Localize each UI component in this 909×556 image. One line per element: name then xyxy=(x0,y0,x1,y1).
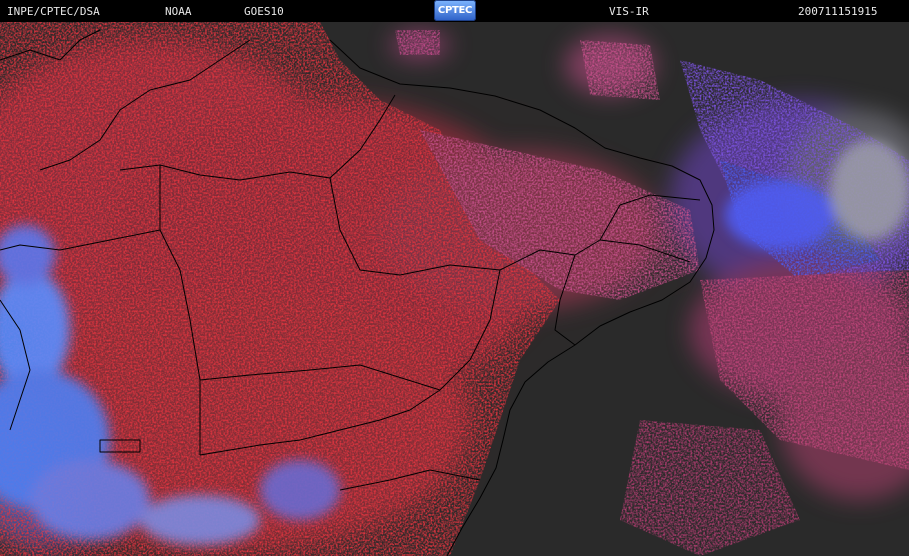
timestamp-label: 200711151915 xyxy=(798,5,878,18)
satellite-label: GOES10 xyxy=(244,5,284,18)
logo-text: CPTEC xyxy=(437,5,473,16)
cptec-logo: CPTEC xyxy=(434,0,476,21)
agency-label: NOAA xyxy=(165,5,192,18)
channel-label: VIS-IR xyxy=(609,5,649,18)
satellite-map xyxy=(0,22,909,556)
organization-label: INPE/CPTEC/DSA xyxy=(7,5,100,18)
satellite-image-viewer: INPE/CPTEC/DSA NOAA GOES10 CPTEC VIS-IR … xyxy=(0,0,909,556)
header-bar: INPE/CPTEC/DSA NOAA GOES10 CPTEC VIS-IR … xyxy=(0,0,909,22)
